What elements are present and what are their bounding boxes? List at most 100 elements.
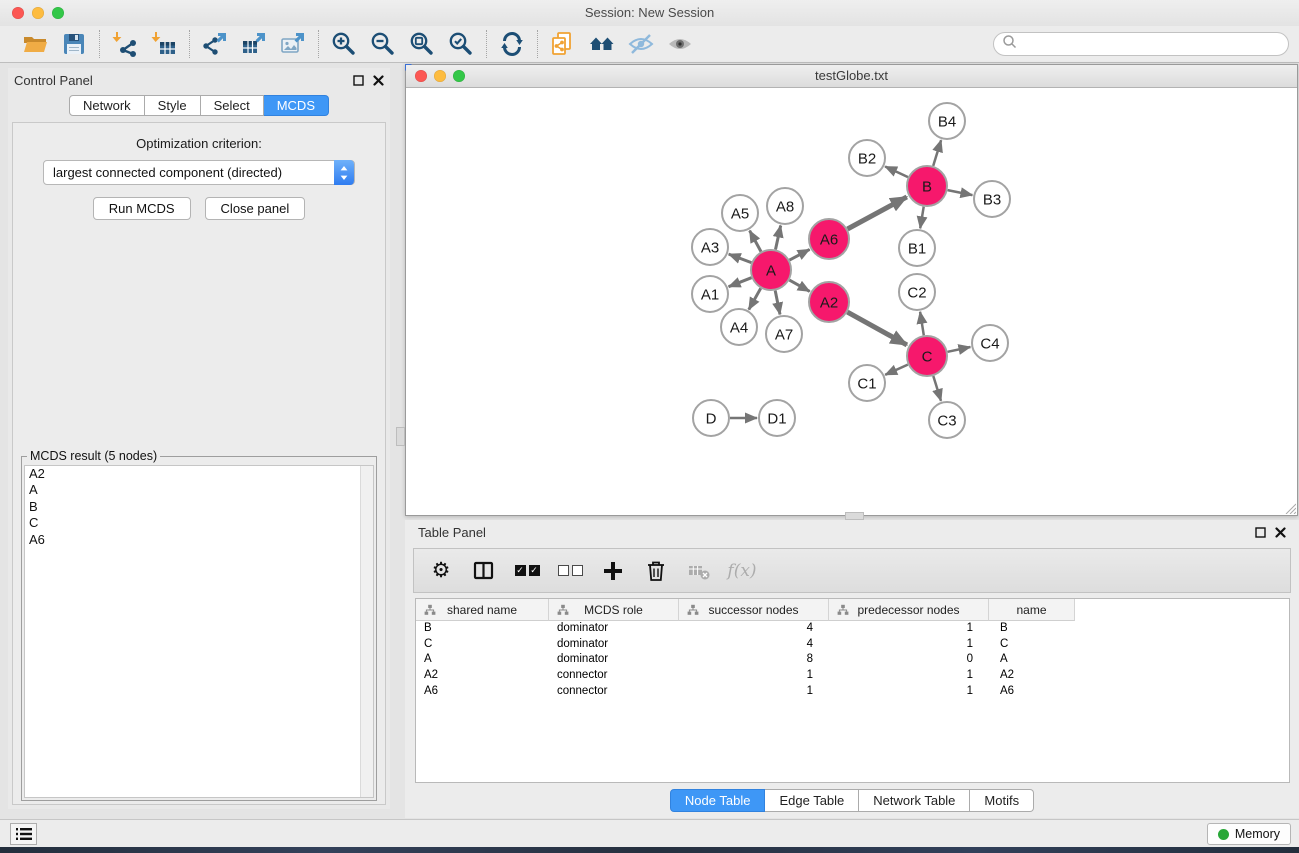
tab-network[interactable]: Network — [69, 95, 145, 116]
graph-edge[interactable] — [789, 280, 809, 291]
graph-node[interactable]: A3 — [692, 229, 728, 265]
table-cell[interactable]: 1 — [679, 668, 829, 684]
column-header-shared-name[interactable]: shared name — [416, 599, 549, 621]
close-view-button[interactable] — [415, 70, 427, 82]
result-item[interactable]: A — [25, 482, 373, 498]
close-window-button[interactable] — [12, 7, 24, 19]
tab-style[interactable]: Style — [145, 95, 201, 116]
resize-grip[interactable] — [1283, 501, 1296, 514]
graph-edge[interactable] — [847, 312, 907, 345]
graph-edge[interactable] — [750, 231, 761, 252]
import-network-icon[interactable] — [111, 30, 139, 58]
graph-edge[interactable] — [933, 376, 941, 401]
float-panel-icon[interactable] — [1255, 525, 1266, 543]
graph-node[interactable]: A8 — [767, 188, 803, 224]
graph-node[interactable]: C3 — [929, 402, 965, 438]
table-cell[interactable]: A — [989, 652, 1075, 668]
hide-selected-icon[interactable] — [627, 30, 655, 58]
settings-icon[interactable]: ⚙ — [428, 558, 454, 584]
import-table-icon[interactable] — [150, 30, 178, 58]
save-session-icon[interactable] — [60, 30, 88, 58]
show-all-icon[interactable] — [666, 30, 694, 58]
add-column-icon[interactable] — [600, 558, 626, 584]
table-cell[interactable]: B — [989, 621, 1075, 637]
graph-node[interactable]: A6 — [809, 219, 849, 259]
close-panel-icon[interactable] — [1275, 525, 1286, 543]
network-window-titlebar[interactable]: testGlobe.txt — [406, 65, 1297, 88]
graph-node[interactable]: C4 — [972, 325, 1008, 361]
column-header-mcds-role[interactable]: MCDS role — [549, 599, 679, 621]
zoom-selected-icon[interactable] — [447, 30, 475, 58]
result-item[interactable]: C — [25, 515, 373, 531]
graph-edge[interactable] — [948, 190, 973, 195]
table-row[interactable]: Cdominator41C — [416, 637, 1289, 653]
graph-node[interactable]: A2 — [809, 282, 849, 322]
graph-node[interactable]: C1 — [849, 365, 885, 401]
criterion-dropdown[interactable]: largest connected component (directed) — [43, 160, 355, 185]
table-cell[interactable]: A2 — [416, 668, 549, 684]
search-field[interactable] — [993, 32, 1289, 56]
export-network-icon[interactable] — [201, 30, 229, 58]
graph-edge[interactable] — [948, 347, 971, 352]
graph-edge[interactable] — [749, 288, 761, 309]
split-view-icon[interactable] — [471, 558, 497, 584]
graph-node[interactable]: B1 — [899, 230, 935, 266]
first-neighbors-icon[interactable] — [588, 30, 616, 58]
graph-node[interactable]: B4 — [929, 103, 965, 139]
table-cell[interactable]: C — [416, 637, 549, 653]
zoom-fit-icon[interactable] — [408, 30, 436, 58]
tab-edge-table[interactable]: Edge Table — [765, 789, 859, 812]
select-all-icon[interactable]: ✓✓ — [514, 558, 540, 584]
graph-edge[interactable] — [885, 167, 908, 178]
table-cell[interactable]: 1 — [829, 621, 989, 637]
graph-node[interactable]: B — [907, 166, 947, 206]
graph-node[interactable]: A — [751, 250, 791, 290]
table-cell[interactable]: 1 — [829, 637, 989, 653]
graph-node[interactable]: A4 — [721, 309, 757, 345]
graph-node[interactable]: C2 — [899, 274, 935, 310]
splitter-handle[interactable] — [845, 512, 864, 520]
graph-node[interactable]: D1 — [759, 400, 795, 436]
graph-edge[interactable] — [776, 226, 781, 250]
close-panel-icon[interactable] — [373, 73, 384, 91]
table-cell[interactable]: A6 — [416, 684, 549, 700]
result-item[interactable]: B — [25, 499, 373, 515]
graph-node[interactable]: B3 — [974, 181, 1010, 217]
graph-edge[interactable] — [920, 312, 924, 336]
graph-edge[interactable] — [775, 291, 780, 315]
task-history-button[interactable] — [10, 823, 37, 845]
table-cell[interactable]: connector — [549, 668, 679, 684]
zoom-view-button[interactable] — [453, 70, 465, 82]
table-cell[interactable]: 1 — [679, 684, 829, 700]
table-cell[interactable]: 1 — [829, 684, 989, 700]
open-session-icon[interactable] — [21, 30, 49, 58]
graph-edge[interactable] — [790, 249, 810, 260]
table-cell[interactable]: connector — [549, 684, 679, 700]
table-cell[interactable]: 4 — [679, 637, 829, 653]
column-header-name[interactable]: name — [989, 599, 1075, 621]
memory-button[interactable]: Memory — [1207, 823, 1291, 845]
zoom-in-icon[interactable] — [330, 30, 358, 58]
export-table-icon[interactable] — [240, 30, 268, 58]
graph-node[interactable]: A7 — [766, 316, 802, 352]
mcds-result-list[interactable]: A2ABCA6 — [24, 465, 374, 798]
network-canvas[interactable]: B4B2BB3A8A5A6B1A3AC2A1A2A4A7C4CC1C3DD1 — [406, 88, 1297, 515]
deselect-all-icon[interactable] — [557, 558, 583, 584]
table-row[interactable]: Bdominator41B — [416, 621, 1289, 637]
graph-node[interactable]: A5 — [722, 195, 758, 231]
new-network-from-selection-icon[interactable] — [549, 30, 577, 58]
graph-node[interactable]: C — [907, 336, 947, 376]
table-cell[interactable]: C — [989, 637, 1075, 653]
column-header-successor-nodes[interactable]: successor nodes — [679, 599, 829, 621]
table-row[interactable]: A2connector11A2 — [416, 668, 1289, 684]
export-image-icon[interactable] — [279, 30, 307, 58]
tab-network-table[interactable]: Network Table — [859, 789, 970, 812]
tab-select[interactable]: Select — [201, 95, 264, 116]
graph-edge[interactable] — [729, 278, 752, 287]
apply-layout-icon[interactable] — [498, 30, 526, 58]
tab-motifs[interactable]: Motifs — [970, 789, 1034, 812]
table-row[interactable]: A6connector11A6 — [416, 684, 1289, 700]
table-cell[interactable]: 0 — [829, 652, 989, 668]
table-cell[interactable]: A6 — [989, 684, 1075, 700]
table-cell[interactable]: 8 — [679, 652, 829, 668]
